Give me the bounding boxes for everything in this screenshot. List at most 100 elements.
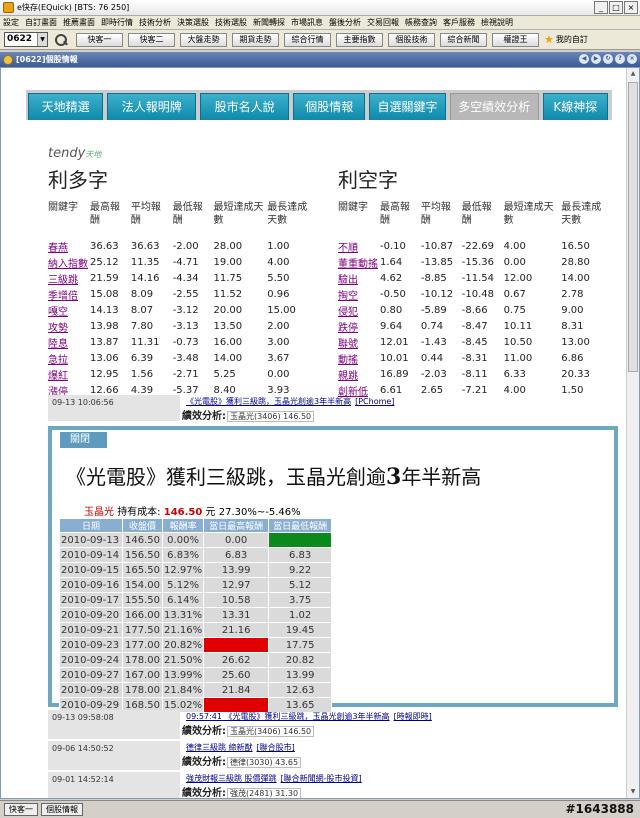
table-cell: -8.85 (420, 272, 447, 284)
keyword-link[interactable]: 攻勢 (48, 318, 90, 334)
table-cell: 2010-09-23 (59, 637, 123, 653)
close-icon[interactable]: × (624, 1, 638, 14)
table-cell (203, 637, 270, 653)
search-icon[interactable] (54, 33, 68, 47)
toolbar-button[interactable]: 快客一 (76, 32, 123, 47)
help-icon[interactable]: ? (615, 54, 625, 64)
stock-tag[interactable]: 玉晶光(3406) 146.50 (227, 726, 315, 737)
toolbar-button[interactable]: 綜合行情 (284, 32, 331, 47)
scroll-thumb[interactable] (628, 82, 638, 372)
keyword-link[interactable]: 侵犯 (338, 302, 380, 318)
news-title-link[interactable]: 09:57:41 《光電股》獲利三級跳，玉晶光創逾3年半新高 [時報即時] (182, 711, 432, 722)
keyword-link[interactable]: 跌停 (338, 318, 380, 334)
menu-item[interactable]: 設定 (3, 17, 19, 28)
toolbar-button[interactable]: 權證王 (492, 32, 539, 47)
news-source: [時報即時] (393, 712, 432, 721)
menu-item[interactable]: 盤後分析 (329, 17, 361, 28)
keyword-link[interactable]: 親跳 (338, 366, 380, 382)
tab[interactable]: 天地精選 (28, 93, 104, 120)
news-title-link[interactable]: 德律三級跳 締新猷 [聯合股市] (182, 742, 295, 753)
keyword-link[interactable]: 陸息 (48, 334, 90, 350)
table-row: 2010-09-17 155.50 6.14% 10.58 3.75 (59, 592, 333, 608)
table-cell: -2.03 (420, 368, 447, 380)
close-panel-icon[interactable]: × (627, 54, 637, 64)
keyword-link[interactable]: 驗出 (338, 270, 380, 286)
table-cell: 21.16 (203, 622, 270, 638)
menu-item[interactable]: 交易回報 (367, 17, 399, 28)
keyword-link[interactable]: 急拉 (48, 350, 90, 366)
stock-tag[interactable]: 德律(3030) 43.65 (227, 757, 302, 768)
keyword-link[interactable]: 動搖 (338, 350, 380, 366)
tendy-logo: tendy天地 (48, 146, 102, 161)
menu-item[interactable]: 檢視說明 (481, 17, 513, 28)
menu-item[interactable]: 即時行情 (101, 17, 133, 28)
toolbar-button[interactable]: 大盤走勢 (180, 32, 227, 47)
table-cell: 2010-09-20 (59, 607, 123, 623)
menu-item[interactable]: 新聞轉探 (253, 17, 285, 28)
favorite-button[interactable]: ★ 我的自訂 (544, 33, 588, 46)
back-icon[interactable]: ◀ (579, 54, 589, 64)
menu-item[interactable]: 決策選股 (177, 17, 209, 28)
toolbar-button[interactable]: 綜合新聞 (440, 32, 487, 47)
menu-item[interactable]: 客戶服務 (443, 17, 475, 28)
menu-item[interactable]: 技術分析 (139, 17, 171, 28)
toolbar-button[interactable]: 期貨走勢 (232, 32, 279, 47)
table-cell: 2010-09-27 (59, 667, 123, 683)
keyword-link[interactable]: 季增倍 (48, 286, 90, 302)
table-cell: 13.31% (161, 607, 205, 623)
menu-item[interactable]: 推薦畫面 (63, 17, 95, 28)
keyword-link[interactable]: 納入指數 (48, 254, 90, 270)
keyword-link[interactable]: 嘎空 (48, 302, 90, 318)
keyword-link[interactable]: 爆紅 (48, 366, 90, 382)
table-cell: 11.00 (503, 352, 533, 364)
tab[interactable]: K線神探 (542, 93, 609, 120)
minimize-icon[interactable]: _ (594, 1, 608, 14)
menu-item[interactable]: 自訂畫面 (25, 17, 57, 28)
toolbar-button[interactable]: 快客二 (128, 32, 175, 47)
keyword-link[interactable]: 掏空 (338, 286, 380, 302)
keyword-link[interactable]: 三級跳 (48, 270, 90, 286)
table-cell: 11.35 (130, 256, 160, 268)
star-icon: ★ (544, 33, 554, 46)
table-cell: 0.80 (380, 304, 403, 316)
keyword-link[interactable]: 不順 (338, 238, 380, 254)
close-popup-button[interactable]: 關閉 (60, 432, 107, 448)
taskbar-button[interactable]: 個股情報 (41, 803, 83, 816)
table-cell: 0.75 (503, 304, 526, 316)
tab[interactable]: 自選關鍵字 (369, 93, 446, 120)
tab[interactable]: 股市名人說 (200, 93, 290, 120)
toolbar-button[interactable]: 主要指數 (336, 32, 383, 47)
table-cell: 7.80 (130, 320, 154, 332)
menu-item[interactable]: 技術選股 (215, 17, 247, 28)
news-title-link[interactable]: 強茂財報三級跳 股價彈跳 [聯合新聞網-股市投資] (182, 773, 362, 784)
tab[interactable]: 法人報明牌 (107, 93, 197, 120)
maximize-icon[interactable]: □ (609, 1, 623, 14)
vertical-scrollbar[interactable]: ▲ ▼ (626, 68, 639, 798)
table-cell: 13.87 (90, 336, 119, 348)
chevron-down-icon[interactable]: ▼ (37, 33, 47, 46)
forward-icon[interactable]: ▶ (591, 54, 601, 64)
stock-code-input[interactable]: 0622 ▼ (4, 32, 48, 47)
table-cell: 3.75 (268, 592, 333, 608)
keyword-link[interactable]: 春燕 (48, 238, 90, 254)
news-title-link[interactable]: 《光電股》獲利三級跳，玉晶光創逾3年半新高 [PChome] (182, 396, 394, 407)
table-cell: 2010-09-24 (59, 652, 123, 668)
table-cell: 156.50 (122, 547, 163, 563)
scroll-up-icon[interactable]: ▲ (628, 68, 638, 80)
taskbar-button[interactable]: 快客一 (4, 803, 38, 816)
keyword-link[interactable]: 聯號 (338, 334, 380, 350)
stock-tag[interactable]: 玉晶光(3406) 146.50 (227, 411, 315, 422)
table-cell: 21.59 (90, 272, 119, 284)
tab[interactable]: 多空績效分析 (449, 93, 539, 120)
tab[interactable]: 個股情報 (293, 93, 366, 120)
menu-item[interactable]: 帳務查詢 (405, 17, 437, 28)
scroll-down-icon[interactable]: ▼ (628, 786, 638, 798)
table-cell: -10.12 (420, 288, 454, 300)
toolbar-button[interactable]: 個股技術 (388, 32, 435, 47)
stock-tag[interactable]: 強茂(2481) 31.30 (227, 788, 302, 798)
table-cell: 0.67 (503, 288, 526, 300)
keyword-link[interactable]: 董重動搖 (338, 254, 380, 270)
refresh-icon[interactable]: ↻ (603, 54, 613, 64)
menu-item[interactable]: 市場訊息 (291, 17, 323, 28)
table-cell: 2010-09-28 (59, 682, 123, 698)
